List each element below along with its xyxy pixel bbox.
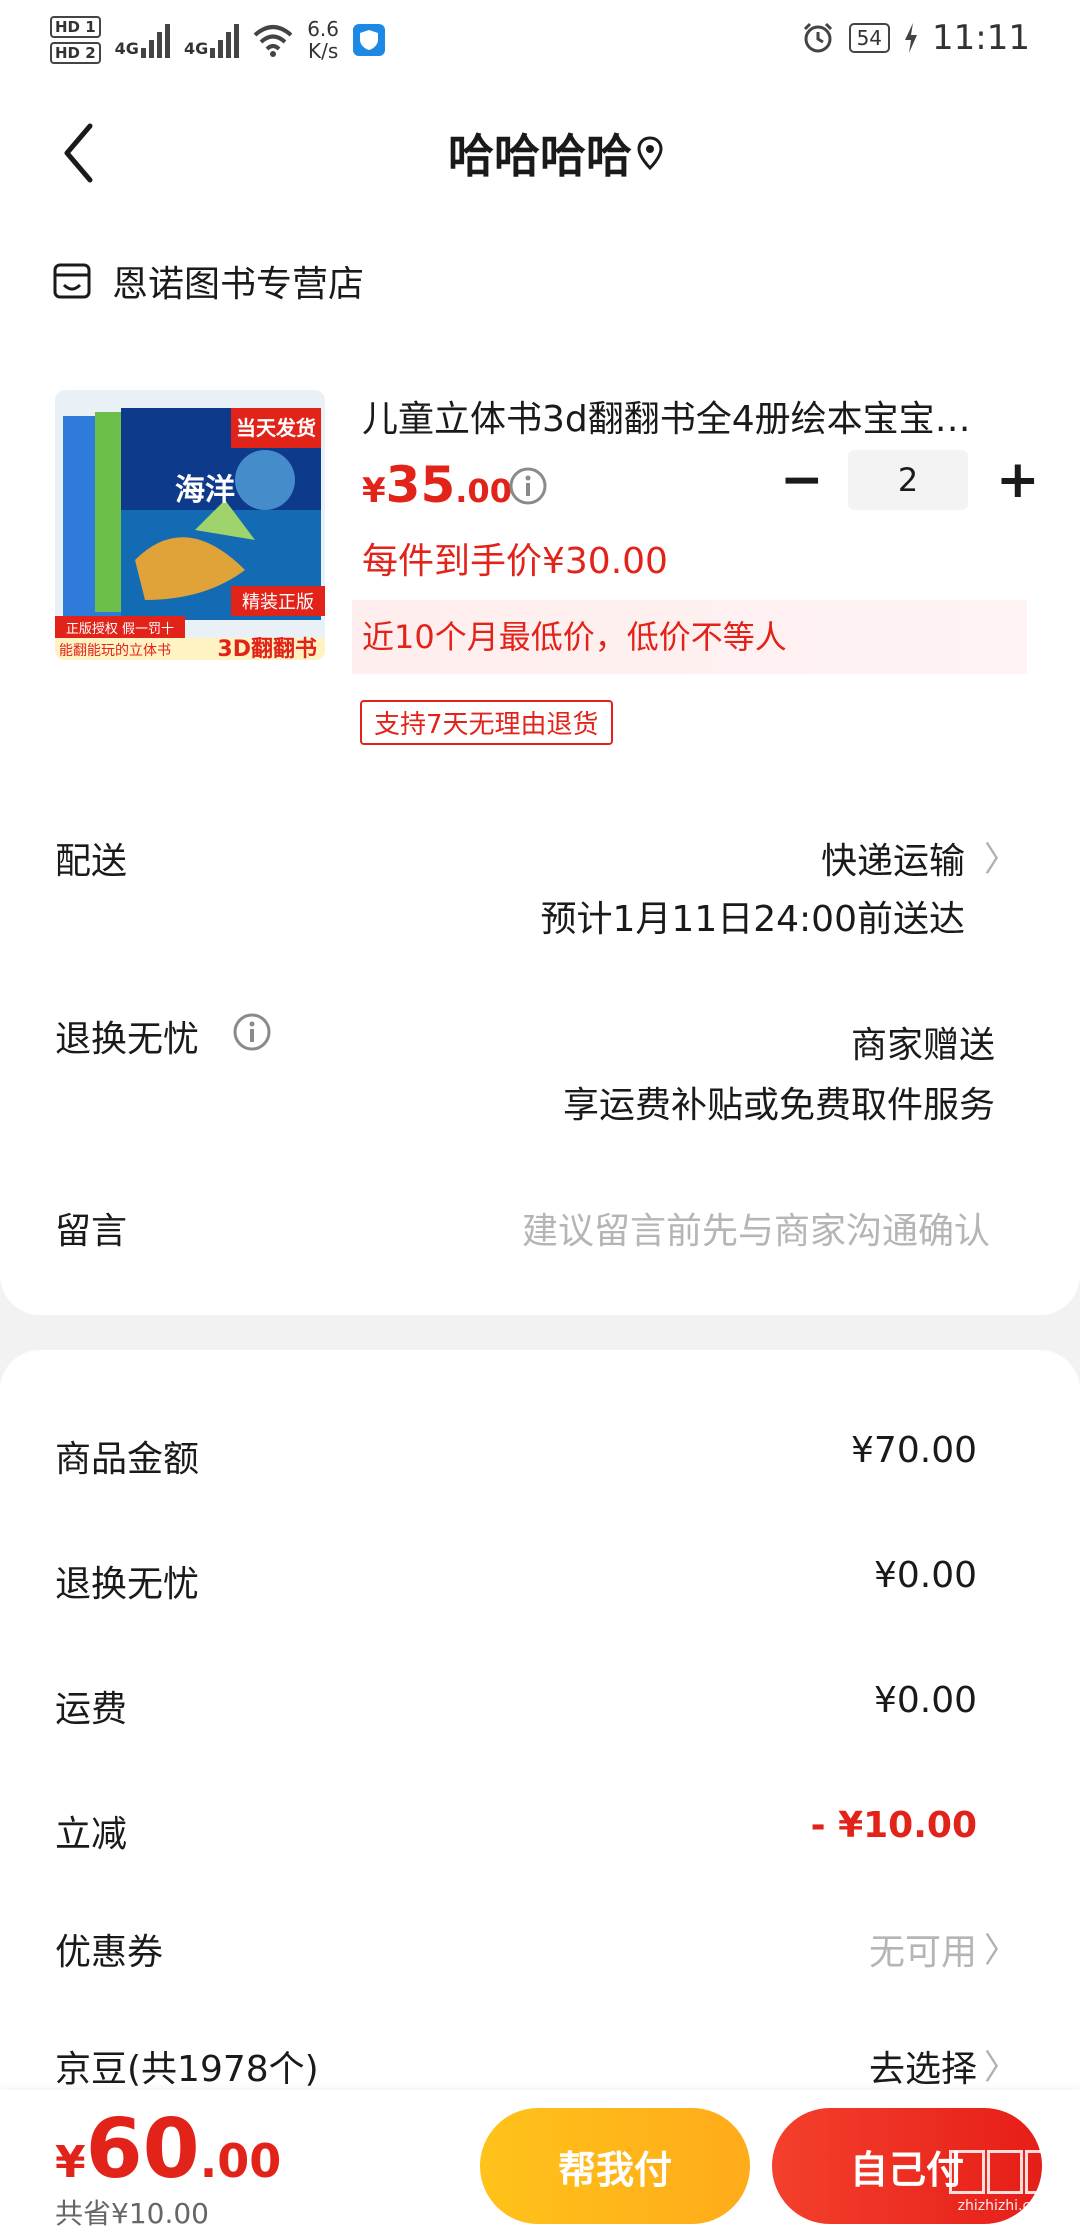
total-price: ¥60.00 (55, 2102, 281, 2197)
image-ocean-text: 海洋 (175, 473, 235, 508)
product-price: ¥35.00 (362, 456, 512, 514)
hd1-label: HD 1 (50, 16, 101, 38)
order-card: 恩诺图书专营店 当天发货 海洋 精装正版 正版授权 假一罚十 能翻能玩的立体书 … (0, 230, 1080, 1315)
image-tagline-text: 能翻能玩的立体书 (59, 643, 171, 659)
alarm-icon (803, 22, 832, 53)
price-info-icon[interactable] (508, 466, 548, 506)
discount-label: 立减 (55, 1814, 128, 1855)
jd-beans-label: 京豆(共1978个) (55, 2049, 319, 2090)
decrease-button[interactable]: − (780, 454, 824, 506)
hd-indicator: HD 1 HD 2 (50, 16, 101, 64)
shipping-value: ¥0.00 (873, 1680, 977, 1721)
charging-icon (905, 23, 918, 53)
page-header: 哈哈哈哈 (0, 80, 1080, 230)
store-row[interactable]: 恩诺图书专营店 (52, 255, 364, 307)
worry-free-detail: 享运费补贴或免费取件服务 (562, 1085, 995, 1126)
signal-icon (140, 22, 170, 58)
total-integer: 60 (85, 2102, 200, 2197)
goods-amount-value: ¥70.00 (851, 1430, 977, 1471)
unit-price: 每件到手价¥30.00 (362, 541, 668, 582)
speed-value: 6.6 (307, 17, 340, 41)
image-3d-text: 3D翻翻书 (217, 637, 317, 660)
worry-free-label: 退换无忧 (55, 1019, 200, 1060)
worry-free-value: 商家赠送 (850, 1025, 995, 1066)
image-same-day-text: 当天发货 (236, 416, 316, 440)
price-decimal: .00 (455, 472, 512, 510)
worry-free-fee-value: ¥0.00 (873, 1555, 977, 1596)
delivery-label: 配送 (55, 841, 128, 882)
shield-icon (353, 24, 386, 56)
checkout-bar: ¥60.00 共省¥10.00 帮我付 自己付 (0, 2090, 1080, 2240)
coupon-chevron-icon[interactable]: 〉 (984, 1923, 1018, 1972)
delivery-eta: 预计1月11日24:00前送达 (540, 899, 965, 940)
speed-unit: K/s (307, 39, 339, 63)
coupon-value[interactable]: 无可用 (869, 1923, 977, 1975)
hd2-label: HD 2 (50, 42, 101, 64)
image-genuine-text: 正版授权 假一罚十 (66, 621, 174, 637)
network-type-2: 4G (183, 39, 209, 58)
watermark-text: zhizhizhi.com (957, 2198, 1053, 2214)
goods-amount-label: 商品金额 (55, 1439, 200, 1480)
network-speed: 6.6 K/s (307, 18, 339, 62)
worry-free-info-icon[interactable] (232, 1012, 272, 1052)
total-symbol: ¥ (55, 2137, 86, 2188)
shipping-label: 运费 (55, 1689, 128, 1730)
signal-icon (210, 22, 240, 58)
return-policy-badge: 支持7天无理由退货 (360, 700, 613, 745)
delivery-method[interactable]: 快递运输 (821, 832, 965, 884)
increase-button[interactable]: + (996, 454, 1040, 506)
image-hardcover-text: 精装正版 (242, 592, 314, 613)
quantity-stepper: − 2 + (780, 450, 1040, 510)
product-name[interactable]: 儿童立体书3d翻翻书全4册绘本宝宝… (362, 390, 1012, 442)
saved-amount: 共省¥10.00 (55, 2197, 209, 2230)
status-bar: HD 1 HD 2 4G 4G 6.6 K/s 54 11:11 (0, 0, 1080, 80)
help-pay-button[interactable]: 帮我付 (480, 2108, 750, 2224)
page-title[interactable]: 哈哈哈哈 (0, 120, 1080, 186)
total-decimal: .00 (199, 2134, 282, 2188)
worry-free-fee-label: 退换无忧 (55, 1564, 200, 1605)
watermark-logo: zhizhizhi.com (940, 2150, 1070, 2230)
quantity-input[interactable]: 2 (848, 450, 968, 510)
product-image[interactable]: 当天发货 海洋 精装正版 正版授权 假一罚十 能翻能玩的立体书 3D翻翻书 (55, 390, 325, 660)
store-icon (53, 263, 91, 299)
location-pin-icon[interactable] (636, 136, 664, 170)
clock: 11:11 (932, 18, 1030, 58)
jd-beans-value[interactable]: 去选择 (869, 2040, 977, 2092)
delivery-chevron-icon[interactable]: 〉 (984, 832, 1018, 881)
jd-beans-chevron-icon[interactable]: 〉 (984, 2040, 1018, 2089)
lowest-price-banner: 近10个月最低价，低价不等人 (352, 600, 1027, 674)
price-symbol: ¥ (362, 471, 386, 511)
coupon-label: 优惠券 (55, 1932, 164, 1973)
network-type-1: 4G (114, 39, 139, 58)
message-label: 留言 (55, 1211, 128, 1252)
price-integer: 35 (385, 456, 456, 514)
discount-value: - ¥10.00 (810, 1805, 977, 1846)
wifi-icon (253, 25, 293, 57)
store-name: 恩诺图书专营店 (112, 264, 365, 305)
message-input[interactable]: 建议留言前先与商家沟通确认 (522, 1202, 990, 1254)
battery-level: 54 (848, 23, 891, 53)
